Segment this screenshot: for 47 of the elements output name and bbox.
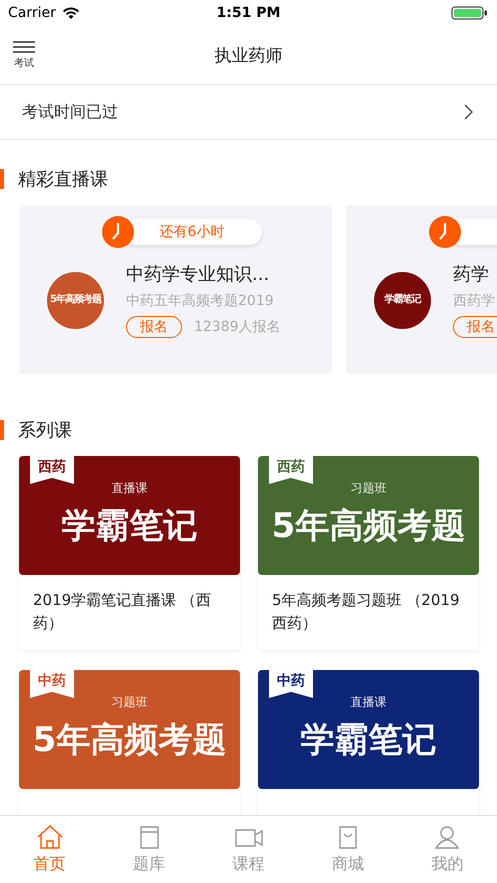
clock-icon [102, 216, 134, 248]
course-card[interactable]: 西药 习题班 5年高频考题 5年高频考题习题班 （2019西药） [258, 456, 479, 650]
tab-item[interactable]: 题库 [99, 816, 199, 883]
live-course-card[interactable]: 学霸笔记 药学 西药学 报名 [346, 205, 497, 374]
banner-label: 直播课 [112, 480, 148, 497]
page-title: 执业药师 [214, 44, 282, 66]
category-ribbon: 西药 [269, 456, 313, 484]
course-title: 药学 [453, 263, 490, 286]
section-title: 系列课 [18, 419, 72, 442]
course-card[interactable]: 中药 习题班 5年高频考题 [19, 670, 240, 815]
wifi-icon [62, 6, 80, 20]
banner-title: 学霸笔记 [300, 719, 436, 762]
course-subtitle: 中药五年高频考题2019 [126, 292, 275, 310]
live-course-card[interactable]: 还有6小时 5年高频考题 中药学专业知识... 中药五年高频考题2019 报名 12389人报名 [19, 205, 332, 374]
category-ribbon: 中药 [30, 670, 74, 698]
category-ribbon: 西药 [30, 456, 74, 484]
clock-icon [429, 216, 461, 248]
section-marker [0, 420, 4, 440]
section-marker [0, 169, 4, 189]
banner-title: 5年高频考题 [32, 719, 226, 762]
course-thumbnail: 5年高频考题 [47, 272, 104, 328]
enroll-button[interactable]: 报名 [126, 316, 182, 338]
banner-label: 习题班 [350, 480, 386, 497]
chevron-right-icon [463, 104, 473, 120]
carrier-name: Carrier [8, 5, 56, 21]
course-title: 5年高频考题习题班 （2019西药） [272, 591, 460, 632]
tab-item[interactable]: 商城 [298, 816, 398, 883]
category-ribbon: 中药 [269, 670, 313, 698]
course-card[interactable]: 西药 直播课 学霸笔记 2019学霸笔记直播课 （西药） [19, 456, 240, 650]
banner-title: 学霸笔记 [62, 505, 198, 548]
enroll-button[interactable]: 报名 [453, 316, 497, 338]
tab-item[interactable]: 首页 [0, 816, 100, 883]
banner-label: 习题班 [112, 694, 148, 711]
enroll-count: 12389人报名 [194, 318, 281, 336]
banner-title: 5年高频考题 [272, 505, 466, 548]
section-title: 精彩直播课 [18, 168, 108, 191]
course-subtitle: 西药学 [453, 292, 496, 310]
course-title: 中药学专业知识... [126, 263, 270, 286]
status-time: 1:51 PM [216, 5, 280, 21]
course-card[interactable]: 中药 直播课 学霸笔记 [258, 670, 479, 815]
battery-icon [451, 6, 489, 20]
course-title: 2019学霸笔记直播课 （西药） [33, 591, 211, 632]
tab-item[interactable]: 课程 [198, 816, 298, 883]
tab-item[interactable]: 我的 [398, 816, 497, 883]
course-thumbnail: 学霸笔记 [374, 272, 431, 328]
banner-label: 直播课 [350, 694, 386, 711]
menu-button[interactable]: 考试 [13, 40, 35, 70]
